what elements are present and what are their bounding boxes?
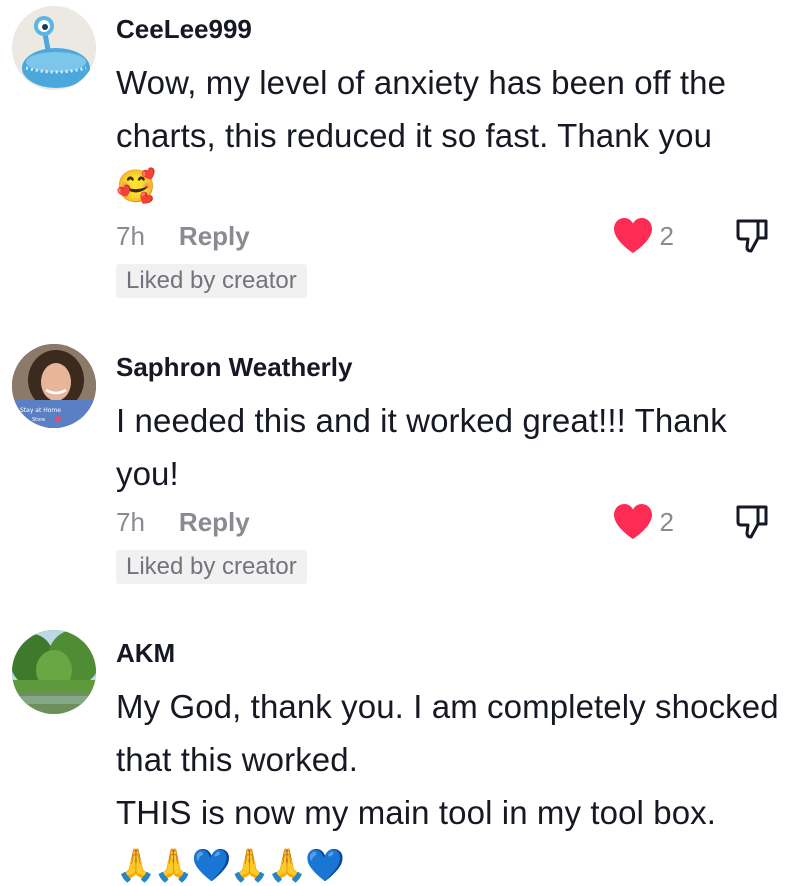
liked-by-creator-badge: Liked by creator — [116, 264, 307, 298]
woman-photo-avatar-icon: Stay at Home Store — [12, 344, 96, 428]
dislike-button[interactable] — [732, 216, 772, 256]
comment-body: Saphron Weatherly I needed this and it w… — [116, 352, 786, 500]
dislike-button[interactable] — [732, 502, 772, 542]
svg-text:Stay at Home: Stay at Home — [20, 407, 61, 414]
like-count: 2 — [659, 220, 674, 251]
emoji-row: 🥰 — [116, 166, 786, 206]
comment-text: THIS is now my main tool in my tool box. — [116, 794, 717, 831]
thumbs-down-icon — [736, 219, 768, 253]
like-button[interactable]: 2 — [612, 502, 674, 542]
avatar[interactable] — [12, 630, 96, 714]
heart-icon — [613, 218, 652, 253]
svg-text:Store: Store — [32, 417, 45, 423]
comment-text: I needed this and it worked great!!! Tha… — [116, 402, 727, 492]
reply-button[interactable]: Reply — [179, 507, 250, 538]
heart-icon — [613, 504, 652, 539]
like-count: 2 — [659, 506, 674, 537]
timestamp: 7h — [116, 506, 145, 537]
comment-item: CeeLee999 Wow, my level of anxiety has b… — [0, 0, 800, 310]
comment-item: AKM My God, thank you. I am completely s… — [0, 618, 800, 886]
timestamp: 7h — [116, 220, 145, 251]
reply-button[interactable]: Reply — [179, 221, 250, 252]
emoji-row: 🙏🙏💙🙏🙏💙 — [116, 845, 786, 885]
avatar[interactable]: Stay at Home Store — [12, 344, 96, 428]
comment-item: Stay at Home Store Saphron Weatherly I n… — [0, 330, 800, 600]
blue-alien-avatar-icon — [12, 6, 96, 90]
username[interactable]: CeeLee999 — [116, 14, 786, 44]
username[interactable]: Saphron Weatherly — [116, 352, 786, 382]
landscape-photo-avatar-icon — [12, 630, 96, 714]
smiling-face-hearts-icon: 🥰 — [116, 168, 156, 204]
comment-text: My God, thank you. I am completely shock… — [116, 688, 779, 778]
comment-body: AKM My God, thank you. I am completely s… — [116, 638, 786, 885]
liked-by-creator-badge: Liked by creator — [116, 550, 307, 584]
comment-meta: 7h Reply 2 — [116, 216, 786, 256]
comment-body: CeeLee999 Wow, my level of anxiety has b… — [116, 14, 786, 206]
comment-list: CeeLee999 Wow, my level of anxiety has b… — [0, 0, 800, 886]
folded-hands-blue-heart-icons: 🙏🙏💙🙏🙏💙 — [116, 847, 345, 883]
username[interactable]: AKM — [116, 638, 786, 668]
thumbs-down-icon — [736, 505, 768, 539]
comment-text: Wow, my level of anxiety has been off th… — [116, 64, 727, 154]
avatar[interactable] — [12, 6, 96, 90]
like-button[interactable]: 2 — [612, 216, 674, 256]
comment-meta: 7h Reply 2 — [116, 502, 786, 542]
